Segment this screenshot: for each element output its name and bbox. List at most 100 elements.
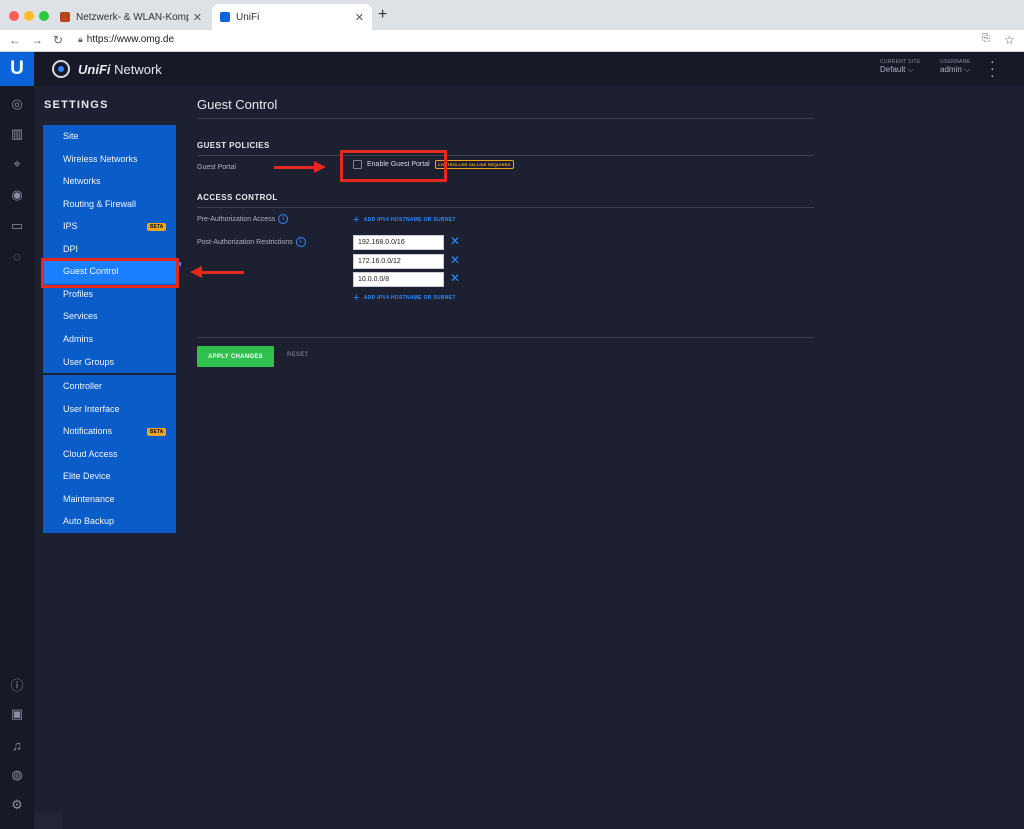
sidebar-item-cloud-access[interactable]: Cloud Access — [63, 449, 118, 459]
settings-menu-list-1: Site Wireless Networks Networks Routing … — [43, 125, 176, 373]
sidebar-item-dpi[interactable]: DPI — [63, 244, 78, 254]
annotation-arrow-icon — [274, 161, 326, 173]
menu-label: Routing & Firewall — [63, 199, 137, 209]
browser-tab-active[interactable]: UniFi ✕ — [212, 4, 372, 30]
menu-label: Controller — [63, 381, 103, 391]
translate-icon[interactable]: ⎘ — [982, 33, 990, 44]
sidebar-item-admins[interactable]: Admins — [63, 334, 93, 344]
url-text: https://www.omg.de — [86, 34, 175, 45]
info-icon[interactable]: ⓘ — [8, 675, 26, 693]
plus-icon: + — [353, 214, 360, 226]
add-link-label: ADD IPV4 HOSTNAME OR SUBNET — [363, 295, 456, 301]
access-control-heading: ACCESS CONTROL — [197, 193, 278, 202]
annotation-highlight-box — [41, 258, 179, 288]
post-auth-label-row: Post-Authorization Restrictions i — [197, 237, 306, 247]
beta-badge: BETA — [147, 428, 167, 436]
post-auth-label: Post-Authorization Restrictions — [197, 238, 293, 246]
menu-label: DPI — [63, 244, 79, 254]
events-calendar-icon[interactable]: ▣ — [8, 705, 26, 723]
sidebar-item-user-interface[interactable]: User Interface — [63, 404, 120, 414]
browser-tab[interactable]: Netzwerk- & WLAN-Komponen ✕ — [52, 4, 210, 30]
zoom-window-icon[interactable] — [39, 11, 49, 21]
back-icon[interactable]: ← — [9, 33, 21, 47]
sidebar-item-profiles[interactable]: Profiles — [63, 289, 93, 299]
sidebar-item-controller[interactable]: Controller — [63, 381, 102, 391]
close-tab-icon[interactable]: ✕ — [193, 11, 202, 24]
sidebar-item-user-groups[interactable]: User Groups — [63, 357, 114, 367]
close-tab-icon[interactable]: ✕ — [355, 11, 364, 24]
sidebar-item-routing-firewall[interactable]: Routing & Firewall — [63, 199, 136, 209]
browser-tab-bar: Netzwerk- & WLAN-Komponen ✕ UniFi ✕ + — [0, 0, 1024, 30]
menu-label: Auto Backup — [63, 516, 115, 526]
section-divider — [197, 155, 814, 156]
menu-label: Elite Device — [63, 471, 111, 481]
insights-icon[interactable]: ◌ — [8, 247, 26, 265]
settings-heading: SETTINGS — [44, 99, 109, 111]
title-divider — [197, 118, 814, 119]
tab-title: Netzwerk- & WLAN-Komponen — [76, 11, 189, 23]
reload-icon[interactable]: ↻ — [53, 33, 63, 47]
sidebar-item-auto-backup[interactable]: Auto Backup — [63, 516, 114, 526]
menu-label: Cloud Access — [63, 449, 118, 459]
settings-menu-list-2: Controller User Interface Notifications … — [43, 375, 176, 533]
apply-changes-button[interactable]: APPLY CHANGES — [197, 346, 274, 367]
sidebar-item-services[interactable]: Services — [63, 311, 98, 321]
add-post-auth-link[interactable]: + ADD IPV4 HOSTNAME OR SUBNET — [353, 292, 456, 304]
new-tab-icon[interactable]: + — [378, 6, 387, 24]
settings-gear-icon[interactable]: ⚙ — [8, 796, 26, 814]
chevron-down-icon: ⌵ — [907, 65, 914, 74]
forward-icon[interactable]: → — [31, 33, 43, 47]
remove-entry-icon[interactable]: ✕ — [450, 271, 460, 285]
menu-label: Networks — [63, 176, 101, 186]
clients-icon[interactable]: ▭ — [8, 217, 26, 235]
remove-entry-icon[interactable]: ✕ — [450, 253, 460, 267]
annotation-highlight-box — [340, 150, 447, 182]
add-pre-auth-link[interactable]: + ADD IPV4 HOSTNAME OR SUBNET — [353, 214, 456, 226]
guest-policies-heading: GUEST POLICIES — [197, 141, 270, 150]
sidebar-item-wireless-networks[interactable]: Wireless Networks — [63, 154, 138, 164]
sidebar-item-elite-device[interactable]: Elite Device — [63, 471, 111, 481]
tab-title: UniFi — [236, 11, 260, 23]
post-auth-entry-input[interactable] — [353, 272, 444, 287]
username-value: admin — [940, 65, 962, 74]
sidebar-item-networks[interactable]: Networks — [63, 176, 101, 186]
page-title: Guest Control — [197, 97, 278, 112]
add-link-label: ADD IPV4 HOSTNAME OR SUBNET — [363, 217, 456, 223]
minimize-window-icon[interactable] — [24, 11, 34, 21]
post-auth-entry-input[interactable] — [353, 254, 444, 269]
current-site-selector[interactable]: CURRENT SITE Default ⌵ — [880, 59, 920, 75]
reset-button[interactable]: RESET — [287, 352, 309, 358]
more-menu-icon[interactable]: · · · — [990, 54, 995, 82]
sidebar-item-site[interactable]: Site — [63, 131, 79, 141]
unifi-network-logo-icon — [52, 60, 70, 78]
alerts-bell-icon[interactable]: ♫ — [8, 736, 26, 754]
sidebar-item-maintenance[interactable]: Maintenance — [63, 494, 115, 504]
section-divider — [197, 207, 814, 208]
devices-icon[interactable]: ◉ — [8, 186, 26, 204]
app-name: UniFi Network — [78, 61, 162, 77]
remove-entry-icon[interactable]: ✕ — [450, 234, 460, 248]
bookmark-star-icon[interactable]: ☆ — [1004, 33, 1015, 47]
menu-label: Services — [63, 311, 98, 321]
info-icon[interactable]: i — [295, 237, 306, 247]
dashboard-icon[interactable]: ◎ — [8, 95, 26, 113]
lock-icon: 🔒︎ — [78, 34, 83, 44]
sidebar-item-notifications[interactable]: Notifications — [63, 426, 112, 436]
menu-label: Wireless Networks — [63, 154, 138, 164]
chat-icon[interactable]: ◍ — [8, 766, 26, 784]
menu-label: Profiles — [63, 289, 94, 299]
menu-label: Notifications — [63, 426, 113, 436]
menu-label: Site — [63, 131, 79, 141]
map-icon[interactable]: ⌖ — [8, 155, 26, 173]
post-auth-entry-input[interactable] — [353, 235, 444, 250]
ubiquiti-logo-icon[interactable]: U — [0, 52, 34, 86]
pre-auth-label: Pre-Authorization Access — [197, 215, 276, 223]
username-selector[interactable]: USERNAME admin ⌵ — [940, 59, 971, 75]
guest-portal-label: Guest Portal — [197, 164, 236, 171]
info-icon[interactable]: i — [278, 214, 289, 224]
close-window-icon[interactable] — [9, 11, 19, 21]
sidebar-item-ips[interactable]: IPS — [63, 221, 78, 231]
statistics-icon[interactable]: ▥ — [8, 125, 26, 143]
form-divider — [197, 337, 814, 338]
url-field[interactable]: 🔒︎ https://www.omg.de — [78, 34, 174, 45]
